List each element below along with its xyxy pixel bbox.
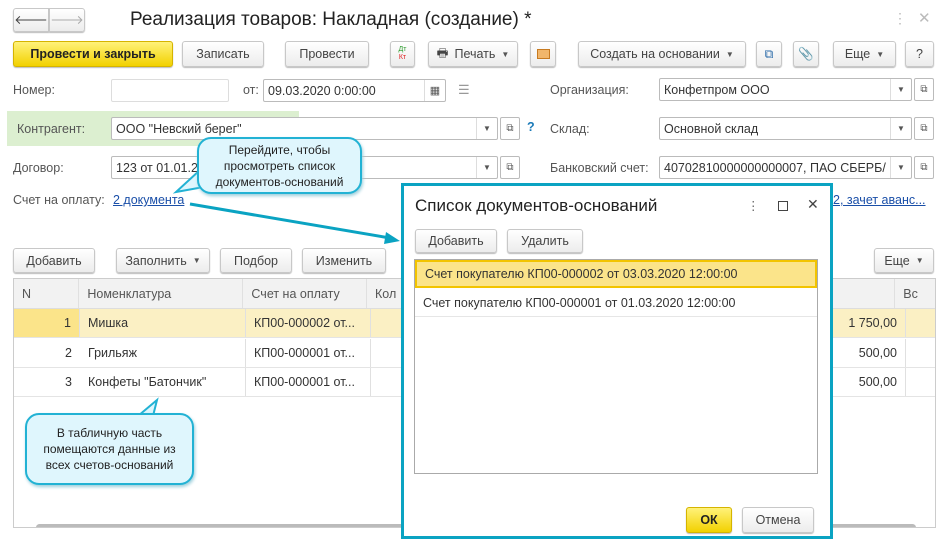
ok-button[interactable]: ОК — [686, 507, 732, 533]
dialog-delete-button[interactable]: Удалить — [507, 229, 583, 253]
dialog-add-button[interactable]: Добавить — [415, 229, 497, 253]
dialog-more-icon[interactable]: ⋮ — [747, 198, 760, 213]
documents-list: Счет покупателю КП00-000002 от 03.03.202… — [414, 259, 818, 474]
dialog-close-icon[interactable]: ✕ — [807, 196, 819, 213]
dialog-maximize-icon[interactable] — [778, 201, 788, 211]
dialog-title: Список документов-оснований — [415, 196, 658, 215]
hint-callout-top: Перейдите, чтобы просмотреть список доку… — [197, 137, 362, 194]
list-item[interactable]: Счет покупателю КП00-000002 от 03.03.202… — [415, 260, 817, 288]
cancel-button[interactable]: Отмена — [742, 507, 814, 533]
hint-callout-bottom: В табличную часть помещаются данные из в… — [25, 413, 194, 485]
base-documents-dialog: Список документов-оснований ⋮ ✕ Добавить… — [401, 183, 833, 539]
list-item[interactable]: Счет покупателю КП00-000001 от 01.03.202… — [415, 289, 817, 317]
